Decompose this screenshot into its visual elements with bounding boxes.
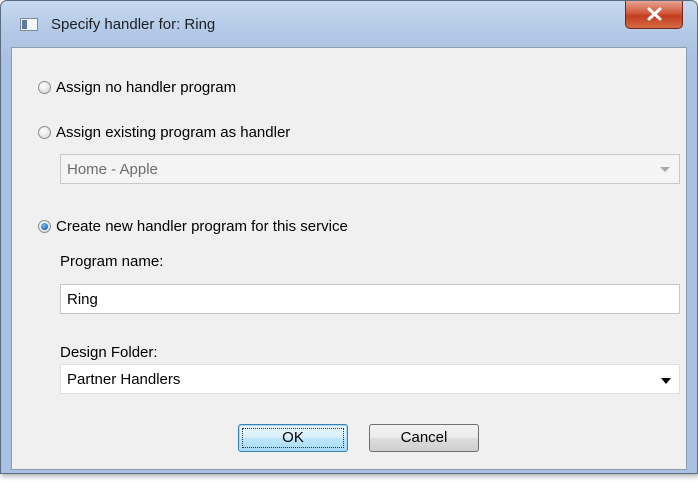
dropdown-arrow-icon [661,378,671,384]
window-title: Specify handler for: Ring [51,16,216,33]
existing-program-value: Home - Apple [67,161,158,178]
ok-button[interactable]: OK [238,424,348,452]
dialog-content: Assign no handler program Assign existin… [11,47,687,470]
window-app-icon [20,18,38,31]
radio-no-handler-icon[interactable] [38,81,51,94]
radio-option-no-handler[interactable]: Assign no handler program [38,79,236,96]
program-name-label: Program name: [60,253,164,270]
cancel-button-label: Cancel [400,429,448,446]
design-folder-select[interactable]: Partner Handlers [60,364,680,394]
dialog-window: Specify handler for: Ring Assign no hand… [0,0,698,474]
radio-create-new-icon[interactable] [38,220,51,233]
design-folder-label: Design Folder: [60,344,158,361]
title-bar[interactable]: Specify handler for: Ring [1,1,697,33]
design-folder-value: Partner Handlers [67,371,181,388]
radio-no-handler-label: Assign no handler program [56,79,237,96]
chevron-down-icon [660,167,670,172]
focus-rectangle [242,428,344,448]
close-x-icon [647,7,662,21]
program-name-input[interactable]: Ring [60,284,680,314]
radio-create-new-label: Create new handler program for this serv… [56,218,348,235]
radio-existing-label: Assign existing program as handler [56,124,291,141]
existing-program-combo[interactable]: Home - Apple [60,154,680,184]
radio-option-create-new[interactable]: Create new handler program for this serv… [38,218,348,235]
close-button[interactable] [625,1,683,29]
radio-option-existing-program[interactable]: Assign existing program as handler [38,124,290,141]
cancel-button[interactable]: Cancel [369,424,479,452]
radio-existing-icon[interactable] [38,126,51,139]
program-name-value: Ring [67,291,98,308]
